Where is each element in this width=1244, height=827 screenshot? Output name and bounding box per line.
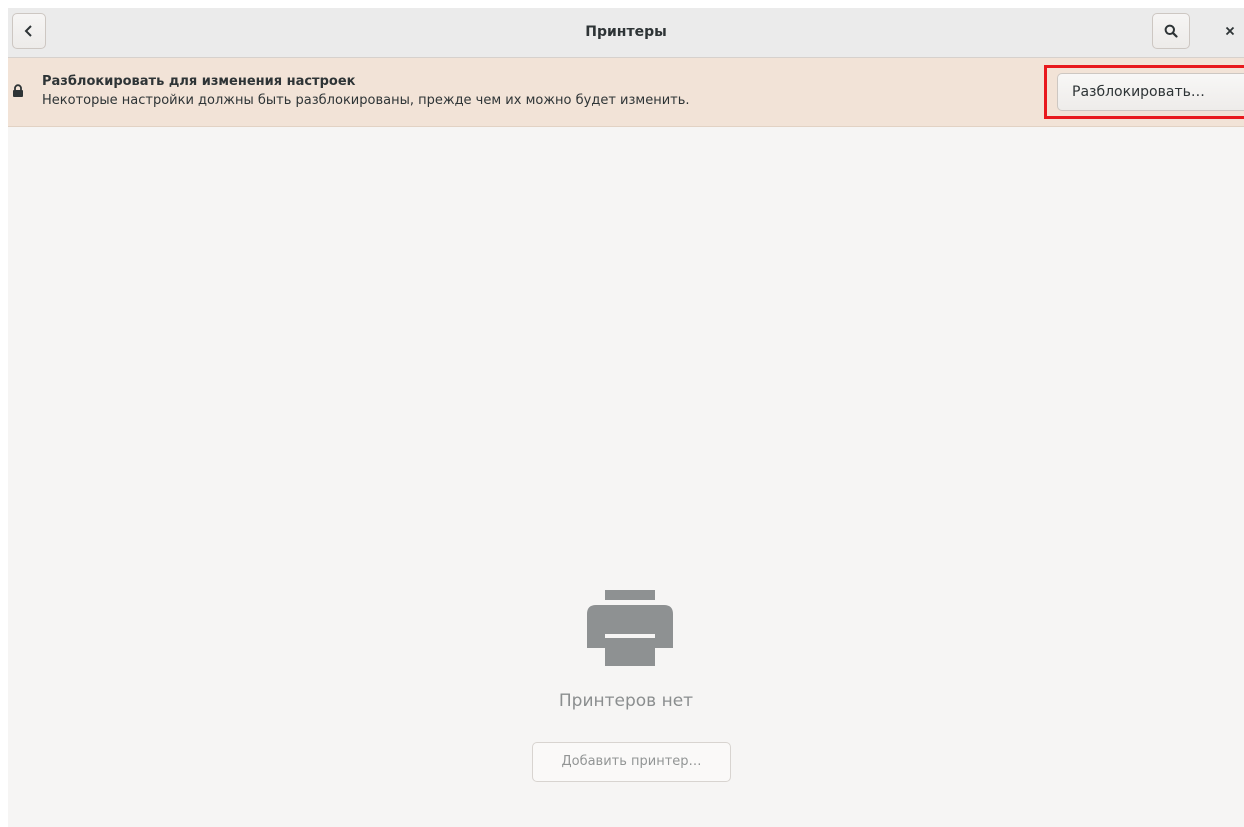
no-printers-label: Принтеров нет [558,691,694,711]
printers-window: Принтеры Разблокировать для изменения на… [8,8,1244,827]
unlock-infobar: Разблокировать для изменения настроек Не… [8,58,1244,127]
window-title: Принтеры [585,24,667,40]
infobar-subtitle: Некоторые настройки должны быть разблоки… [42,93,690,108]
lock-icon [13,84,23,97]
header-bar: Принтеры [8,8,1244,58]
search-icon [1164,24,1178,38]
printer-icon [587,590,673,666]
add-printer-button[interactable]: Добавить принтер… [532,742,731,782]
close-button[interactable] [1220,21,1240,41]
unlock-button[interactable]: Разблокировать… [1057,73,1244,111]
search-button[interactable] [1152,13,1190,49]
infobar-title: Разблокировать для изменения настроек [42,74,356,89]
close-icon [1225,26,1235,36]
